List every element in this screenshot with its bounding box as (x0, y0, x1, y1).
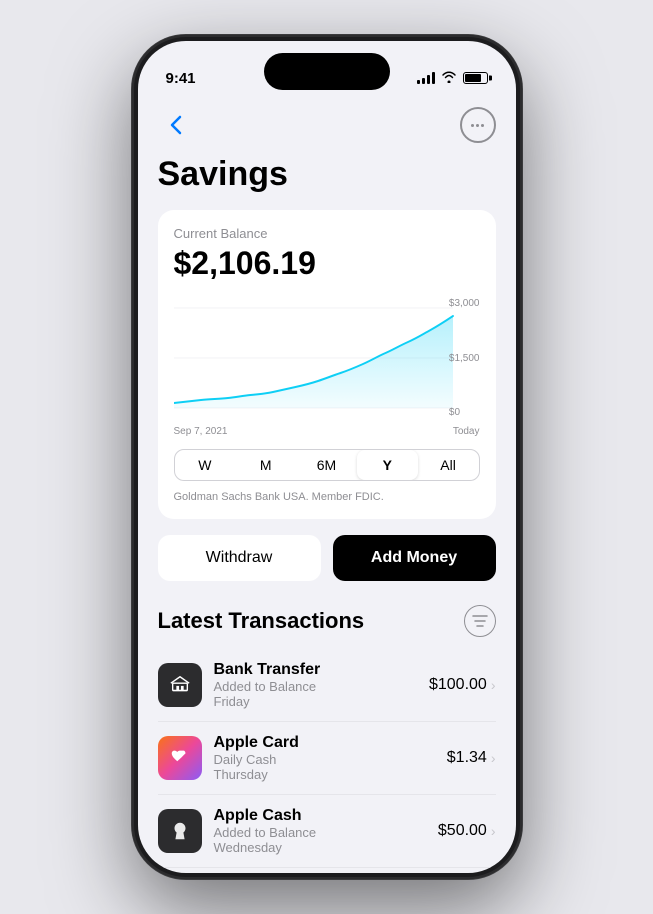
transaction-item[interactable]: Apple Card Daily Cash Thursday $1.34 › (158, 722, 496, 795)
apple-cash-icon (158, 809, 202, 853)
nav-bar (158, 99, 496, 155)
transaction-list: Bank Transfer Added to Balance Friday $1… (158, 649, 496, 873)
transaction-right: $1.34 › (447, 749, 496, 767)
action-buttons: Withdraw Add Money (158, 535, 496, 581)
transaction-info-bank: Bank Transfer Added to Balance Friday (214, 661, 417, 709)
balance-card: Current Balance $2,106.19 (158, 210, 496, 519)
transaction-amount: $1.34 (447, 749, 487, 767)
more-button[interactable] (460, 107, 496, 143)
chart-x-label-start: Sep 7, 2021 (174, 426, 228, 437)
withdraw-button[interactable]: Withdraw (158, 535, 321, 581)
transactions-title: Latest Transactions (158, 608, 365, 634)
chart-y-labels: $3,000 $1,500 $0 (449, 298, 480, 418)
wifi-icon (441, 71, 457, 86)
filter-6m[interactable]: 6M (296, 450, 357, 480)
fdic-text: Goldman Sachs Bank USA. Member FDIC. (174, 491, 480, 503)
status-time: 9:41 (166, 70, 196, 87)
chart-x-label-end: Today (453, 426, 480, 437)
transaction-amount: $100.00 (429, 676, 487, 694)
phone-screen: 9:41 (138, 41, 516, 873)
transaction-sub: Added to Balance (214, 825, 426, 840)
chevron-icon: › (491, 677, 496, 693)
transaction-date: Thursday (214, 767, 435, 782)
back-button[interactable] (158, 107, 194, 143)
transactions-header: Latest Transactions (158, 605, 496, 637)
page-title: Savings (158, 155, 496, 194)
transaction-amount: $50.00 (438, 822, 487, 840)
filter-w[interactable]: W (175, 450, 236, 480)
balance-amount: $2,106.19 (174, 245, 480, 282)
time-filter: W M 6M Y All (174, 449, 480, 481)
transactions-filter-button[interactable] (464, 605, 496, 637)
add-money-button[interactable]: Add Money (333, 535, 496, 581)
chart-y-label-bot: $0 (449, 407, 480, 418)
dynamic-island (264, 53, 390, 90)
chevron-icon: › (491, 750, 496, 766)
main-content: Savings Current Balance $2,106.19 (138, 99, 516, 873)
filter-y[interactable]: Y (357, 450, 418, 480)
transaction-date: Friday (214, 694, 417, 709)
apple-card-icon (158, 736, 202, 780)
transaction-name: Bank Transfer (214, 661, 417, 679)
status-icons (417, 71, 488, 86)
transaction-right: $50.00 › (438, 822, 496, 840)
transaction-right: $100.00 › (429, 676, 496, 694)
transaction-item[interactable]: Bank Transfer Added to Balance Friday $1… (158, 649, 496, 722)
transaction-name: Apple Card (214, 734, 435, 752)
battery-icon (463, 72, 488, 84)
transaction-sub: Added to Balance (214, 679, 417, 694)
phone-frame: 9:41 (132, 35, 522, 879)
transaction-item[interactable]: Apple Cash Added to Balance Wednesday $5… (158, 795, 496, 868)
savings-chart: $3,000 $1,500 $0 (174, 298, 480, 418)
more-dots-icon (471, 124, 484, 127)
chart-y-label-top: $3,000 (449, 298, 480, 309)
balance-label: Current Balance (174, 226, 480, 241)
bank-transfer-icon (158, 663, 202, 707)
signal-icon (417, 72, 435, 84)
transaction-info-applecard: Apple Card Daily Cash Thursday (214, 734, 435, 782)
chevron-icon: › (491, 823, 496, 839)
transaction-name: Apple Cash (214, 807, 426, 825)
filter-m[interactable]: M (235, 450, 296, 480)
chart-y-label-mid: $1,500 (449, 353, 480, 364)
transaction-info-applecash: Apple Cash Added to Balance Wednesday (214, 807, 426, 855)
transaction-date: Wednesday (214, 840, 426, 855)
chart-x-labels: Sep 7, 2021 Today (174, 426, 480, 437)
filter-all[interactable]: All (418, 450, 479, 480)
transaction-sub: Daily Cash (214, 752, 435, 767)
transaction-item[interactable]: Apple Card $6.27 › (158, 868, 496, 873)
